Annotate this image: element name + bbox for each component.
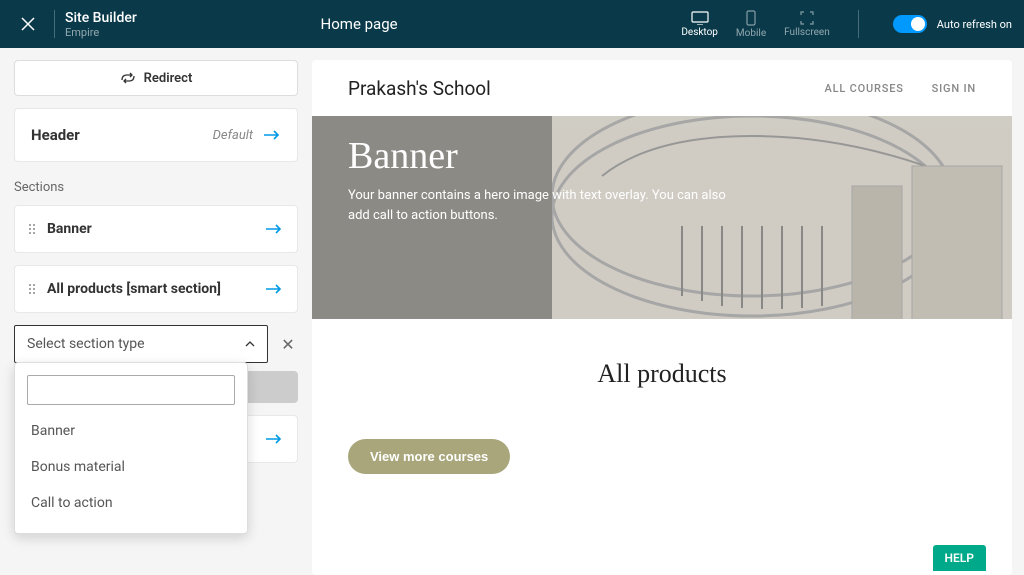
dropdown-item-banner[interactable]: Banner [27,413,235,449]
header-label: Header [31,126,80,144]
view-switcher: Desktop Mobile Fullscreen Auto refresh o… [681,10,1012,39]
preview-site-header: Prakash's School ALL COURSES SIGN IN [312,60,1012,116]
redirect-icon [120,72,136,84]
desktop-icon [691,11,709,25]
banner-section[interactable]: Banner Your banner contains a hero image… [312,116,1012,319]
section-label: All products [smart section] [47,281,253,297]
section-row-banner[interactable]: Banner [14,205,298,253]
view-desktop[interactable]: Desktop [681,11,718,38]
arrow-right-icon [265,433,283,445]
dropdown-item-bonus-material[interactable]: Bonus material [27,449,235,485]
fullscreen-icon [800,11,814,25]
banner-description: Your banner contains a hero image with t… [348,186,728,225]
view-mobile[interactable]: Mobile [736,10,766,39]
view-fullscreen[interactable]: Fullscreen [784,11,830,38]
sidebar: Redirect Header Default Sections Banner [0,48,312,575]
select-close-button[interactable]: ✕ [278,335,298,354]
page-name[interactable]: Home page [37,15,682,33]
main-area: Redirect Header Default Sections Banner [0,48,1024,575]
redirect-button[interactable]: Redirect [14,60,298,96]
toggle-switch-icon [893,15,927,33]
nav-all-courses[interactable]: ALL COURSES [825,82,904,95]
site-name[interactable]: Prakash's School [348,77,491,100]
preview-pane: Prakash's School ALL COURSES SIGN IN [312,60,1012,575]
view-fullscreen-label: Fullscreen [784,27,830,38]
sections-title: Sections [14,180,298,195]
header-default-label: Default [213,128,253,143]
dropdown-item-call-to-action[interactable]: Call to action [27,485,235,521]
select-section-row: Select section type ✕ Banner Bonus mater… [14,325,298,363]
auto-refresh-label: Auto refresh on [937,18,1012,31]
drag-handle-icon[interactable] [29,284,35,294]
nav-sign-in[interactable]: SIGN IN [932,82,976,95]
products-title: All products [597,359,726,389]
dropdown-search-input[interactable] [27,375,235,405]
header-right: Default [213,128,281,143]
header-section-row[interactable]: Header Default [14,108,298,162]
view-mobile-label: Mobile [736,28,766,39]
section-row-all-products[interactable]: All products [smart section] [14,265,298,313]
drag-handle-icon[interactable] [29,224,35,234]
help-button[interactable]: HELP [933,545,986,571]
close-x-icon [21,17,35,31]
view-more-courses-button[interactable]: View more courses [348,439,510,474]
top-bar: Site Builder Empire Home page Desktop Mo… [0,0,1024,48]
section-label: Banner [47,221,253,237]
redirect-label: Redirect [144,71,193,86]
view-desktop-label: Desktop [681,27,718,38]
select-section-type[interactable]: Select section type [14,325,268,363]
site-nav: ALL COURSES SIGN IN [825,82,976,95]
mobile-icon [746,10,756,26]
arrow-right-icon [265,283,283,295]
chevron-up-icon [245,341,255,347]
arrow-right-icon [263,129,281,141]
divider [858,10,859,38]
section-type-dropdown: Banner Bonus material Call to action [14,362,248,534]
auto-refresh-toggle[interactable]: Auto refresh on [893,15,1012,33]
select-placeholder: Select section type [27,336,145,352]
banner-title: Banner [348,134,976,178]
all-products-section[interactable]: All products View more courses [312,319,1012,575]
arrow-right-icon [265,223,283,235]
